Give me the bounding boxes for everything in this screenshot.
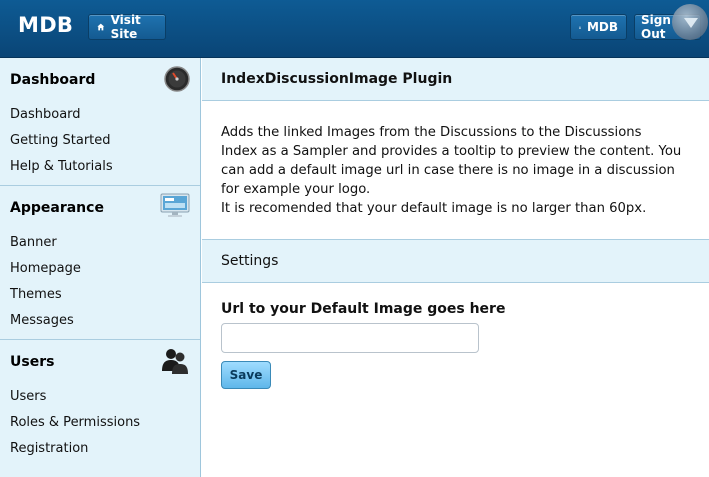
description-line: can add a default image url in case ther… [221,163,675,178]
sidebar-item-dashboard[interactable]: Dashboard [0,101,200,127]
plugin-description: Adds the linked Images from the Discussi… [202,101,709,240]
brand-logo[interactable]: MDB [18,13,73,37]
sidebar-item-roles-permissions[interactable]: Roles & Permissions [0,409,200,435]
user-button[interactable]: MDB [570,14,627,40]
sidebar-item-messages[interactable]: Messages [0,307,200,333]
sidebar-item-homepage[interactable]: Homepage [0,255,200,281]
sidebar-item-getting-started[interactable]: Getting Started [0,127,200,153]
users-icon [162,349,188,374]
settings-header: Settings [202,240,709,283]
main-content: IndexDiscussionImage Plugin Adds the lin… [202,58,709,477]
dashboard-gauge-icon [164,66,190,92]
settings-form: Url to your Default Image goes here Save [202,283,709,407]
description-line: for example your logo. [221,182,371,197]
sidebar-item-banner[interactable]: Banner [0,229,200,255]
description-line: Adds the linked Images from the Discussi… [221,125,642,140]
default-image-url-input[interactable] [221,323,479,353]
sidebar-item-users[interactable]: Users [0,383,200,409]
sidebar: Dashboard Dashboard Getting Started Help… [0,58,201,477]
visit-site-button[interactable]: Visit Site [88,13,166,41]
user-icon [579,26,581,29]
user-label: MDB [586,20,618,34]
corner-dropdown-icon[interactable] [672,4,708,40]
sidebar-section-dashboard: Dashboard Dashboard Getting Started Help… [0,58,200,186]
sidebar-section-users: Users Users Roles & Permissions Registra… [0,340,200,467]
description-line: It is recomended that your default image… [221,201,647,216]
page-title: IndexDiscussionImage Plugin [202,58,709,101]
home-icon [97,23,105,31]
save-button[interactable]: Save [221,361,271,389]
default-image-url-label: Url to your Default Image goes here [221,301,506,317]
description-line: Index as a Sampler and provides a toolti… [221,144,682,159]
monitor-icon [160,193,190,217]
top-bar: MDB Visit Site MDB Sign Out [0,0,709,58]
sidebar-item-registration[interactable]: Registration [0,435,200,461]
sidebar-item-help-tutorials[interactable]: Help & Tutorials [0,153,200,179]
sidebar-item-themes[interactable]: Themes [0,281,200,307]
sidebar-section-appearance: Appearance Banner Homepage Themes Messag… [0,186,200,340]
visit-site-label: Visit Site [110,13,141,41]
